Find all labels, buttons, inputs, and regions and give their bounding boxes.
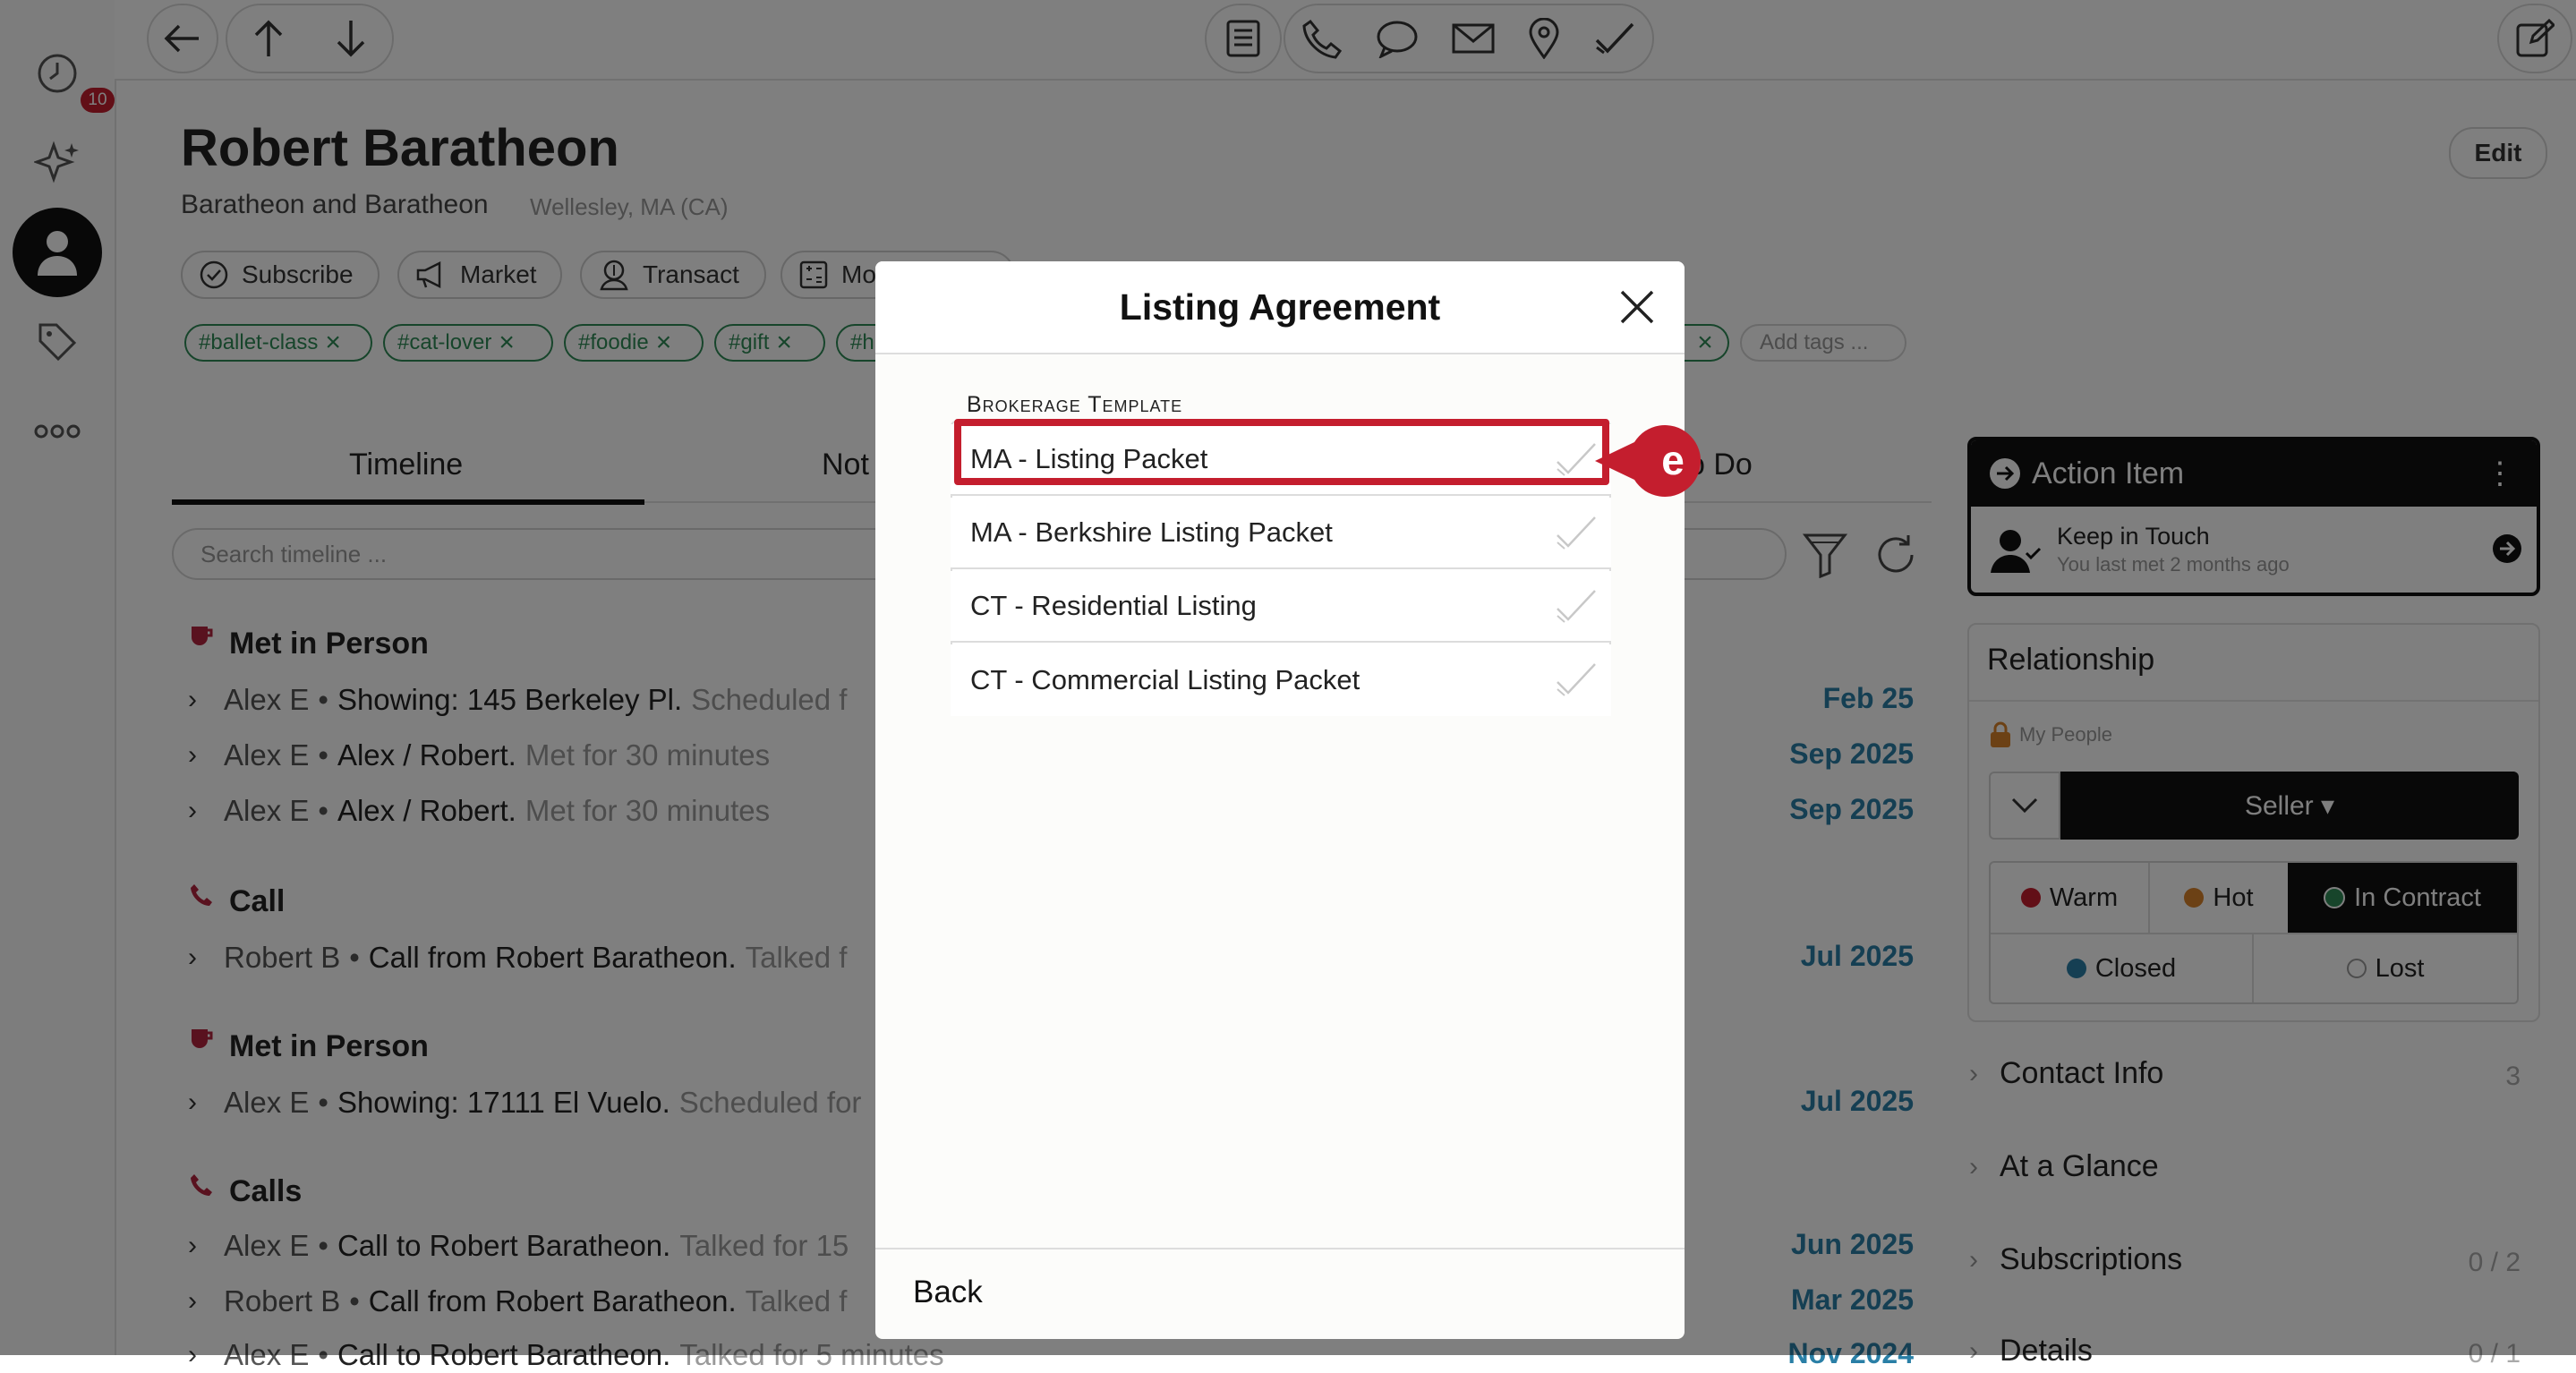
template-option[interactable]: CT - Residential Listing bbox=[951, 571, 1611, 643]
listing-agreement-modal: Listing Agreement Brokerage Template MA … bbox=[875, 261, 1685, 1339]
divider bbox=[875, 353, 1685, 354]
highlight-box bbox=[954, 419, 1609, 485]
check-icon bbox=[1554, 514, 1599, 553]
option-label: CT - Residential Listing bbox=[970, 590, 1257, 621]
step-marker-letter: e bbox=[1661, 437, 1685, 483]
template-option[interactable]: CT - Commercial Listing Packet bbox=[951, 644, 1611, 716]
check-icon bbox=[1554, 587, 1599, 627]
divider bbox=[875, 1248, 1685, 1249]
option-label: MA - Berkshire Listing Packet bbox=[970, 516, 1333, 548]
close-icon[interactable] bbox=[1618, 288, 1656, 326]
modal-title: Listing Agreement bbox=[875, 261, 1685, 353]
back-button[interactable]: Back bbox=[913, 1275, 983, 1310]
step-marker: e bbox=[1593, 422, 1701, 499]
option-label: CT - Commercial Listing Packet bbox=[970, 664, 1361, 695]
template-option[interactable]: MA - Berkshire Listing Packet bbox=[951, 498, 1611, 569]
check-icon bbox=[1554, 661, 1599, 700]
section-label: Brokerage Template bbox=[967, 392, 1183, 417]
